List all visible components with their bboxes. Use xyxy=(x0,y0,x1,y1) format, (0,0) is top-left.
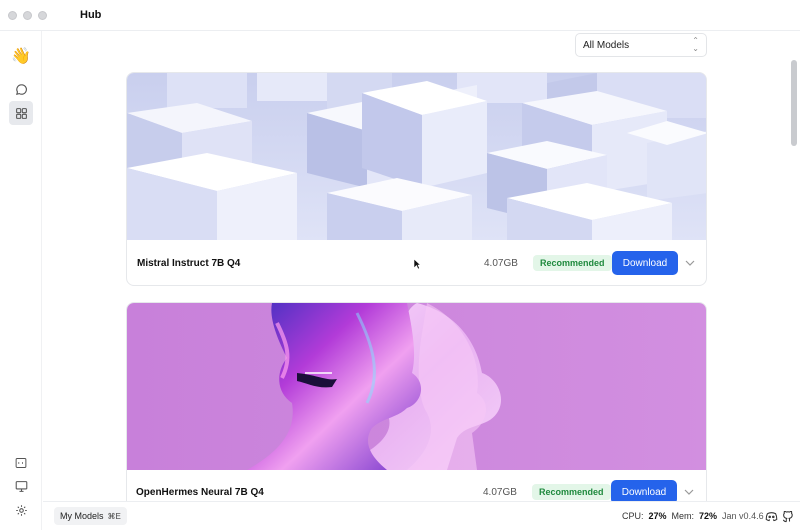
chevron-down-icon[interactable] xyxy=(682,485,696,499)
download-button[interactable]: Download xyxy=(611,480,677,501)
model-card: Mistral Instruct 7B Q4 4.07GB Recommende… xyxy=(126,72,707,286)
mem-label: Mem: xyxy=(671,511,695,521)
my-models-button[interactable]: My Models ⌘E xyxy=(54,507,127,525)
cubes-artwork xyxy=(127,73,706,240)
chevron-down-icon[interactable] xyxy=(683,256,697,270)
sidebar-item-hub[interactable] xyxy=(9,101,33,125)
model-name: OpenHermes Neural 7B Q4 xyxy=(136,486,264,498)
grid-icon xyxy=(15,107,27,119)
model-size: 4.07GB xyxy=(483,486,517,498)
model-filter-select[interactable]: All Models ⌃ ⌄ xyxy=(575,33,707,57)
sidebar-item-welcome[interactable]: 👋 xyxy=(9,45,33,69)
recommended-badge: Recommended xyxy=(533,255,612,271)
mem-value: 72% xyxy=(699,511,718,521)
cursor-icon xyxy=(413,258,421,270)
scrollbar[interactable] xyxy=(791,60,797,146)
cpu-value: 27% xyxy=(648,511,667,521)
gear-icon xyxy=(15,504,27,516)
hub-content[interactable]: All Models ⌃ ⌄ Mistral Instruct 7B Q4 4.… xyxy=(43,31,800,501)
chat-bubble-icon xyxy=(15,83,27,95)
my-models-label: My Models xyxy=(60,511,104,521)
recommended-badge: Recommended xyxy=(532,484,611,500)
cpu-label: CPU: xyxy=(622,511,644,521)
model-size: 4.07GB xyxy=(484,257,518,269)
sidebar-item-system-monitor[interactable] xyxy=(9,474,33,498)
minimize-window-button[interactable] xyxy=(23,10,32,20)
waving-hand-icon: 👋 xyxy=(11,48,31,65)
window-title: Hub xyxy=(80,9,102,21)
model-filter-value: All Models xyxy=(583,39,630,51)
model-banner-image xyxy=(127,303,706,470)
zoom-window-button[interactable] xyxy=(38,10,47,20)
app-version: Jan v0.4.6 xyxy=(722,511,764,521)
status-bar: My Models ⌘E CPU: 27% Mem: 72% Jan v0.4.… xyxy=(43,501,800,530)
model-name: Mistral Instruct 7B Q4 xyxy=(137,257,241,269)
download-button[interactable]: Download xyxy=(612,251,678,275)
system-stats: CPU: 27% Mem: 72% Jan v0.4.6 xyxy=(622,511,764,521)
close-window-button[interactable] xyxy=(8,10,17,20)
window-controls xyxy=(8,10,47,20)
model-banner-image xyxy=(127,73,706,240)
faces-artwork xyxy=(127,303,706,470)
sidebar-item-local-api[interactable] xyxy=(9,451,33,475)
monitor-icon xyxy=(15,480,27,492)
sidebar-item-chat[interactable] xyxy=(9,77,33,101)
title-bar: Hub xyxy=(0,0,800,31)
discord-icon[interactable] xyxy=(764,510,778,523)
my-models-shortcut: ⌘E xyxy=(107,511,121,521)
sidebar: 👋 xyxy=(0,31,42,530)
github-icon[interactable] xyxy=(781,510,795,523)
terminal-icon xyxy=(15,458,27,468)
updown-caret-icon: ⌃ ⌄ xyxy=(692,36,699,53)
model-row: OpenHermes Neural 7B Q4 4.07GB Recommend… xyxy=(126,469,707,501)
sidebar-item-settings[interactable] xyxy=(9,498,33,522)
